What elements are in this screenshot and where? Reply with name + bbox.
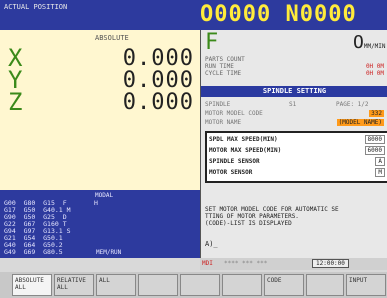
o-label-text: O [353,32,364,53]
feed-label: F [205,30,219,55]
o-label: OMM/MIN [353,32,386,53]
axis-z-name: Z [8,88,23,116]
softkey-label: ABSOLUTE [15,277,44,284]
motor-model-code-field[interactable]: 332 [369,110,384,117]
cnc-screen: ACTUAL POSITION O0000 N0000 ABSOLUTE X 0… [0,0,387,298]
input-prompt[interactable]: A)_ [205,240,218,248]
softkey-sub: ALL [15,284,26,291]
motor-max-speed-label: MOTOR MAX SPEED(MIN) [209,147,282,154]
motor-name-field[interactable]: (MODEL NAME) [336,119,384,126]
softkey-all[interactable]: ALL [96,274,136,296]
spindle-value: S1 [289,101,297,108]
run-time-label: RUN TIME [205,63,234,70]
softkey-label: INPUT [349,277,368,284]
spindle-label: SPINDLE [205,101,231,108]
softkey-absolute[interactable]: ABSOLUTE ALL [12,274,52,296]
softkey-label: ALL [99,277,110,284]
softkey-code[interactable]: CODE [264,274,304,296]
status-bar: MDI **** *** *** 12:00:00 [200,258,387,270]
run-time-value: 0H 0M [365,63,384,70]
softkey-4[interactable] [138,274,178,296]
modal-panel: MODAL G00 G80 G15 F H G17 G50 G40.1 M G9… [0,190,200,258]
spdl-max-speed-field[interactable]: 8000 [364,135,385,144]
position-panel: ABSOLUTE X 0.000 Y 0.000 Z 0.000 [0,30,200,190]
help-line: SET MOTOR MODEL CODE FOR AUTOMATIC SE [205,206,339,213]
position-label: ACTUAL POSITION [4,3,68,11]
parts-count-label: PARTS COUNT [205,56,245,63]
help-line: TTING OF MOTOR PARAMETERS. [205,213,299,220]
softkey-bar: ABSOLUTE ALL RELATIVE ALL ALL CODE INPUT [0,272,387,298]
motor-sensor-label: MOTOR SENSOR [209,169,253,176]
axis-z-value: 0.000 [122,90,194,115]
softkey-input[interactable]: INPUT [346,274,386,296]
run-mode-text: MEM/RUN [96,249,122,256]
spindle-setting-title: SPINDLE SETTING [201,86,387,97]
page-indicator: PAGE: 1/2 [336,101,369,108]
spindle-params-box: SPDL MAX SPEED(MIN) 8000 MOTOR MAX SPEED… [205,131,387,183]
motor-model-code-label: MOTOR MODEL CODE [205,110,263,117]
motor-name-label: MOTOR NAME [205,119,242,126]
softkey-label: CODE [267,277,282,284]
motor-sensor-field[interactable]: M [375,168,385,177]
modal-row: G49 G69 G80.5 [4,248,63,256]
help-line: (CODE)-LIST IS DISPLAYED [205,220,292,227]
spindle-sensor-field[interactable]: A [375,157,385,166]
status-mode: MDI [202,260,213,267]
position-mode-label: ABSOLUTE [95,34,129,42]
cycle-time-label: CYCLE TIME [205,70,242,77]
softkey-6[interactable] [222,274,262,296]
status-time: 12:00:00 [312,259,349,268]
spindle-setting-panel: F OMM/MIN PARTS COUNT RUN TIME CYCLE TIM… [200,30,387,258]
cycle-time-value: 0H 0M [365,70,384,77]
softkey-relative[interactable]: RELATIVE ALL [54,274,94,296]
motor-max-speed-field[interactable]: 6000 [364,146,385,155]
status-flags: **** *** *** [224,260,268,267]
spdl-max-speed-label: SPDL MAX SPEED(MIN) [209,136,278,143]
feed-unit: MM/MIN [363,43,386,50]
softkey-label: RELATIVE [57,277,86,284]
prompt-text: A)_ [205,240,218,248]
spindle-sensor-label: SPINDLE SENSOR [209,158,260,165]
softkey-5[interactable] [180,274,220,296]
help-message: SET MOTOR MODEL CODE FOR AUTOMATIC SE TT… [205,206,385,227]
modal-title: MODAL [95,192,114,199]
softkey-8[interactable] [306,274,344,296]
softkey-sub: ALL [57,284,68,291]
program-number: O0000 N0000 [200,2,357,27]
header-bar: ACTUAL POSITION O0000 N0000 [0,0,387,30]
